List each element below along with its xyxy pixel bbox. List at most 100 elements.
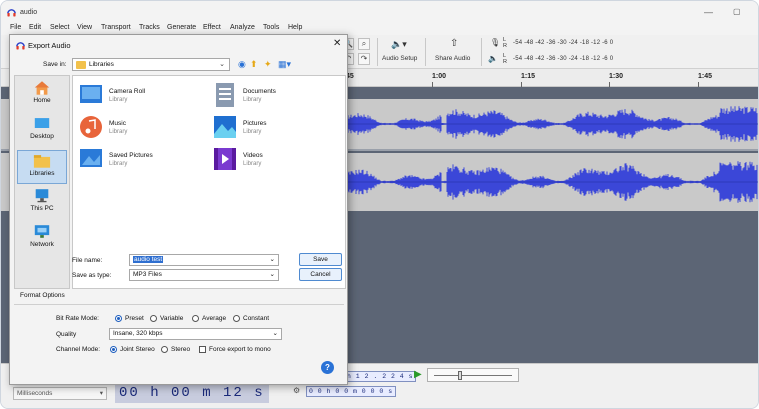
timeline-label: 1:15 [521,73,536,80]
audacity-logo-icon [7,9,16,17]
menu-tools[interactable]: Tools [263,24,279,31]
chevron-down-icon: ⌄ [269,271,275,278]
playback-meter-icon[interactable]: 🔈 [488,54,498,63]
list-item[interactable]: Camera Roll Library [79,82,199,112]
slider-thumb[interactable] [458,371,462,380]
menu-select[interactable]: Select [50,24,69,31]
menu-help[interactable]: Help [288,24,302,31]
list-item[interactable]: Videos Library [213,146,333,176]
slider-track [434,375,512,376]
back-icon[interactable]: ◉ [238,59,246,70]
speaker-setup-icon[interactable]: 🔈▾ [391,39,407,50]
radio-variable[interactable] [150,315,157,322]
record-meter-lr: LR [503,37,507,49]
menu-edit[interactable]: Edit [29,24,41,31]
quality-label: Quality [56,331,77,338]
chevron-down-icon: ⌄ [269,256,275,263]
documents-icon [216,83,234,107]
force-mono-label[interactable]: Force export to mono [209,346,271,353]
selection-end-field[interactable]: 0 0 h 0 0 m 0 0 0 s [306,386,396,397]
chevron-down-icon: ⌄ [272,330,278,337]
list-item[interactable]: Saved Pictures Library [79,146,199,176]
group-divider [14,304,344,305]
list-item[interactable]: Documents Library [213,82,333,112]
menu-effect[interactable]: Effect [203,24,221,31]
menu-tracks[interactable]: Tracks [139,24,160,31]
place-this-pc[interactable]: This PC [17,186,67,220]
record-meter-scale[interactable]: -54 -48 -42 -36 -30 -24 -18 -12 -6 0 [513,40,613,46]
radio-preset[interactable] [115,315,122,322]
quality-select[interactable]: Insane, 320 kbps ⌄ [109,328,282,340]
radio-stereo[interactable] [161,346,168,353]
menu-generate[interactable]: Generate [167,24,196,31]
music-icon [80,116,102,138]
help-button[interactable]: ? [321,361,334,374]
minimize-button[interactable]: — [704,7,713,17]
radio-variable-label[interactable]: Variable [160,315,183,322]
save-as-type-select[interactable]: MP3 Files ⌄ [129,269,279,281]
toolbar-separator [425,38,426,66]
place-desktop[interactable]: Desktop [17,114,67,148]
share-audio-label[interactable]: Share Audio [435,55,470,62]
view-menu-icon[interactable]: ▦▾ [278,59,291,70]
save-button[interactable]: Save [299,253,342,266]
places-bar: Home Desktop Libraries This PC Network [14,75,70,289]
cancel-button[interactable]: Cancel [299,268,342,281]
timeline-label: 1:00 [432,73,447,80]
audio-position-display[interactable]: 00 h 00 m 12 s [115,383,269,403]
list-item[interactable]: Music Library [79,114,199,144]
place-libraries[interactable]: Libraries [17,150,67,184]
export-audio-dialog: Export Audio ✕ Save in: Libraries ⌄ ◉ ⬆ … [9,34,348,385]
microphone-icon[interactable]: 🎙 [490,38,500,47]
save-in-label: Save in: [43,61,67,68]
bit-rate-mode-label: Bit Rate Mode: [56,315,99,322]
audacity-logo-icon [16,42,25,50]
format-options-title: Format Options [20,292,65,299]
channel-mode-label: Channel Mode: [56,346,101,353]
maximize-button[interactable]: ▢ [733,7,741,16]
radio-preset-label[interactable]: Preset [125,315,144,322]
menu-view[interactable]: View [77,24,92,31]
playback-meter-scale[interactable]: -54 -48 -42 -36 -30 -24 -18 -12 -6 0 [513,56,613,62]
screen: audio — ▢ File Edit Select View Transpor… [0,0,759,409]
saved-pictures-icon [80,149,102,167]
force-mono-checkbox[interactable] [199,346,206,353]
gear-icon[interactable]: ⚙ [293,386,300,395]
radio-average-label[interactable]: Average [202,315,226,322]
list-item[interactable]: Pictures Library [213,114,333,144]
videos-icon [214,148,236,170]
audio-setup-label[interactable]: Audio Setup [382,55,417,62]
timeline-label: 1:30 [609,73,624,80]
file-name-field[interactable]: audio test ⌄ [129,254,279,266]
place-network[interactable]: Network [17,222,67,256]
toolbar-separator [481,38,482,66]
place-home[interactable]: Home [17,78,67,112]
play-speed-slider[interactable] [427,368,519,382]
radio-constant[interactable] [233,315,240,322]
radio-constant-label[interactable]: Constant [243,315,269,322]
timeline-label: 1:45 [698,73,713,80]
save-in-select[interactable]: Libraries ⌄ [72,58,230,71]
up-folder-icon[interactable]: ⬆ [250,59,258,70]
radio-stereo-label[interactable]: Stereo [171,346,190,353]
menu-file[interactable]: File [10,24,21,31]
selection-start-field[interactable]: h 1 2 . 2 2 4 s [344,371,417,382]
new-folder-icon[interactable]: ✦ [264,59,272,70]
radio-joint-stereo-label[interactable]: Joint Stereo [120,346,155,353]
redo-button[interactable]: ↷ [358,53,370,65]
radio-average[interactable] [192,315,199,322]
radio-joint-stereo[interactable] [110,346,117,353]
share-icon[interactable]: ⇧ [450,38,458,49]
time-units-select[interactable]: Milliseconds ▾ [13,387,107,400]
pictures-icon [214,116,236,138]
play-at-speed-button[interactable]: ▶ [414,369,422,380]
save-as-type-label: Save as type: [72,272,112,279]
app-titlebar: audio — ▢ [1,1,758,23]
menu-analyze[interactable]: Analyze [230,24,255,31]
app-title: audio [20,9,38,16]
dialog-title: Export Audio [28,41,71,50]
close-button[interactable]: ✕ [333,38,341,49]
zoom-fit-button[interactable]: ⌕ [358,38,370,50]
play-meter-lr: LR [503,53,507,65]
menu-transport[interactable]: Transport [101,24,131,31]
